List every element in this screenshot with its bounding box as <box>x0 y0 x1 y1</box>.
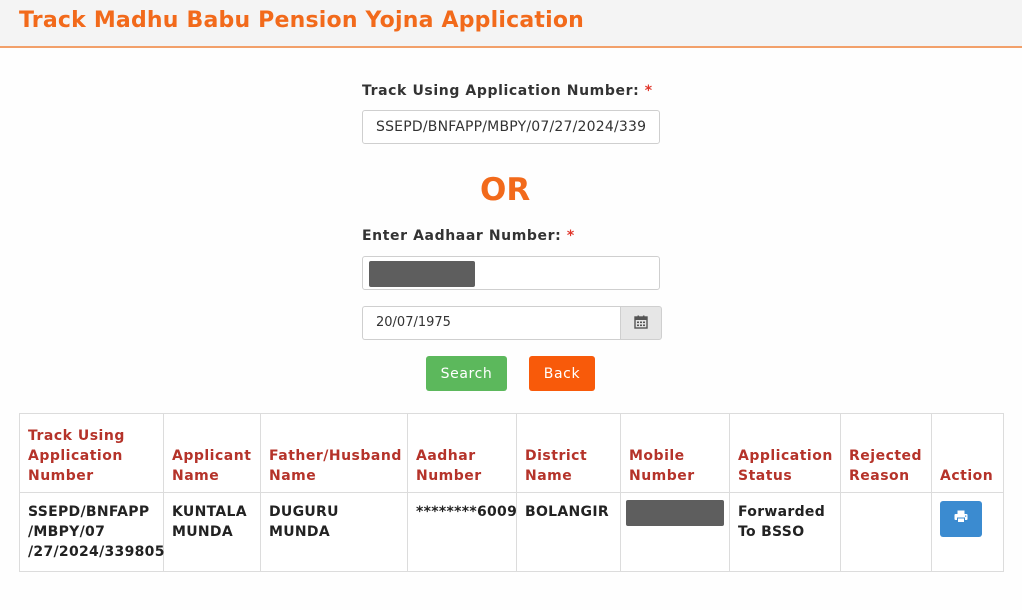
or-separator: OR <box>480 172 531 208</box>
back-button[interactable]: Back <box>529 356 595 391</box>
print-button[interactable] <box>940 501 982 537</box>
aadhaar-label: Enter Aadhaar Number: * <box>362 228 575 244</box>
required-mark: * <box>644 83 653 99</box>
column-header: Track Using Application Number <box>19 413 164 493</box>
redacted-mobile <box>626 500 724 526</box>
column-header: Action <box>931 413 1004 493</box>
required-mark: * <box>566 228 575 244</box>
search-button[interactable]: Search <box>426 356 507 391</box>
column-header: Application Status <box>729 413 841 493</box>
app-number-value: SSEPD/BNFAPP/MBPY/07/27/2024/339 <box>376 119 647 135</box>
aadhaar-input[interactable] <box>362 256 660 290</box>
redacted-aadhaar <box>369 261 475 287</box>
calendar-icon <box>634 314 648 333</box>
applicant-name-cell: KUNTALA MUNDA <box>163 492 261 572</box>
results-table: Track Using Application Number Applicant… <box>19 413 1004 572</box>
page: Track Madhu Babu Pension Yojna Applicati… <box>0 0 1022 610</box>
column-header: District Name <box>516 413 621 493</box>
table-row: SSEPD/BNFAPP /MBPY/07 /27/2024/339805 KU… <box>19 492 1004 572</box>
column-header: Applicant Name <box>163 413 261 493</box>
app-number-label-text: Track Using Application Number: <box>362 83 640 99</box>
app-number-label: Track Using Application Number: * <box>362 83 653 99</box>
column-header: Aadhar Number <box>407 413 517 493</box>
column-header: Father/Husband Name <box>260 413 408 493</box>
page-title: Track Madhu Babu Pension Yojna Applicati… <box>19 8 585 33</box>
action-cell <box>931 492 1004 572</box>
aadhaar-label-text: Enter Aadhaar Number: <box>362 228 562 244</box>
column-header: Rejected Reason <box>840 413 932 493</box>
calendar-button[interactable] <box>620 306 662 340</box>
print-icon <box>954 509 968 529</box>
father-husband-name-cell: DUGURU MUNDA <box>260 492 408 572</box>
column-header: Mobile Number <box>620 413 730 493</box>
rejected-reason-cell <box>840 492 932 572</box>
dob-input[interactable]: 20/07/1975 <box>362 306 620 340</box>
table-header-row: Track Using Application Number Applicant… <box>19 413 1004 493</box>
application-status-cell: Forwarded To BSSO <box>729 492 841 572</box>
app-number-input[interactable]: SSEPD/BNFAPP/MBPY/07/27/2024/339 <box>362 110 660 144</box>
mobile-number-cell <box>620 492 730 572</box>
dob-value: 20/07/1975 <box>376 315 451 330</box>
application-number-cell: SSEPD/BNFAPP /MBPY/07 /27/2024/339805 <box>19 492 164 572</box>
aadhar-number-cell: ********6009 <box>407 492 517 572</box>
page-header: Track Madhu Babu Pension Yojna Applicati… <box>0 0 1022 48</box>
district-name-cell: BOLANGIR <box>516 492 621 572</box>
